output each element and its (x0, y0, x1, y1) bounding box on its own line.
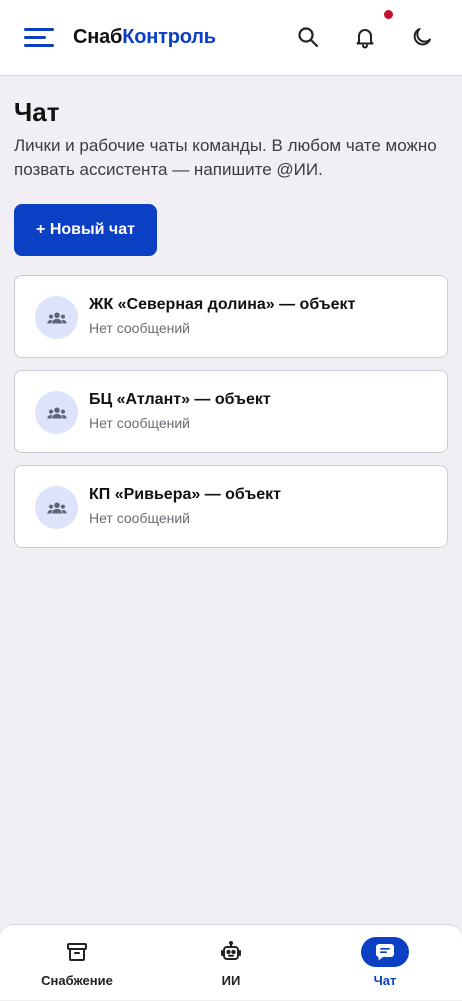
new-chat-button[interactable]: + Новый чат (14, 204, 157, 256)
brand-part-1: Снаб (73, 26, 123, 48)
chat-list-item[interactable]: КП «Ривьера» — объект Нет сообщений (14, 465, 448, 548)
page-subtitle: Лички и рабочие чаты команды. В любом ча… (14, 136, 437, 179)
nav-item-ai[interactable]: ИИ (154, 925, 308, 1001)
brand-part-2: Контроль (122, 26, 216, 48)
robot-icon (207, 937, 255, 967)
menu-icon[interactable] (24, 25, 56, 51)
notification-badge (384, 10, 393, 19)
bell-icon[interactable] (350, 22, 380, 52)
main-content: Чат Лички и рабочие чаты команды. В любо… (14, 96, 448, 548)
search-icon[interactable] (293, 22, 323, 52)
chat-preview: Нет сообщений (89, 415, 191, 431)
chat-bubble-icon (361, 937, 409, 967)
page-title: Чат (14, 97, 60, 127)
chat-title: БЦ «Атлант» — объект (89, 391, 271, 408)
archive-box-icon (53, 937, 101, 967)
moon-icon[interactable] (407, 22, 437, 52)
bottom-navigation: Снабжение ИИ Чат (0, 924, 462, 1000)
nav-item-chat[interactable]: Чат (308, 925, 462, 1001)
chat-preview: Нет сообщений (89, 510, 191, 526)
group-icon (35, 296, 78, 339)
chat-list-item[interactable]: ЖК «Северная долина» — объект Нет сообще… (14, 275, 448, 358)
chat-preview: Нет сообщений (89, 320, 191, 336)
nav-item-supply[interactable]: Снабжение (0, 925, 154, 1001)
chat-list: ЖК «Северная долина» — объект Нет сообще… (14, 275, 448, 560)
nav-label-chat: Чат (373, 973, 397, 988)
nav-label-supply: Снабжение (41, 973, 113, 988)
top-app-bar: СнабКонтроль (0, 0, 462, 76)
group-icon (35, 486, 78, 529)
chat-title: КП «Ривьера» — объект (89, 486, 281, 503)
chat-list-item[interactable]: БЦ «Атлант» — объект Нет сообщений (14, 370, 448, 453)
app-logo: СнабКонтроль (73, 26, 216, 49)
nav-label-ai: ИИ (221, 973, 241, 988)
group-icon (35, 391, 78, 434)
chat-title: ЖК «Северная долина» — объект (89, 296, 356, 313)
